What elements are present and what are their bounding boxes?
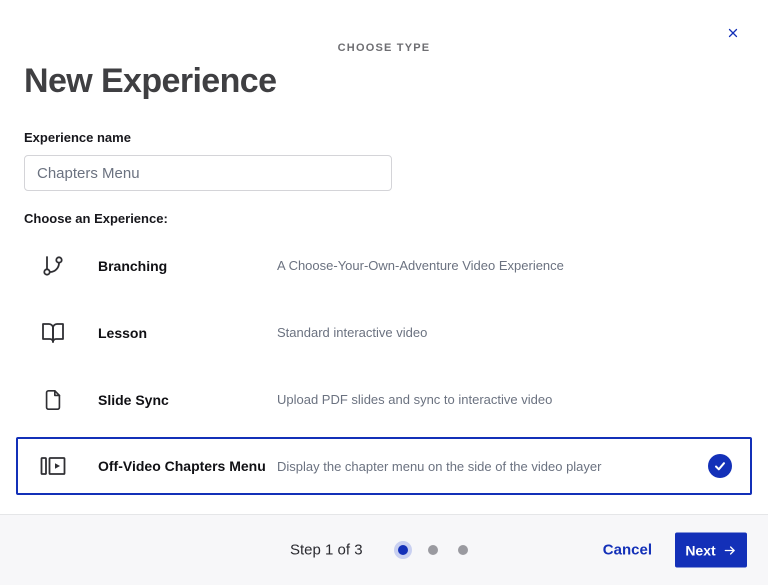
option-slide-sync[interactable]: Slide Sync Upload PDF slides and sync to…	[0, 366, 768, 433]
file-icon	[40, 387, 66, 413]
close-icon	[727, 27, 739, 39]
cancel-button[interactable]: Cancel	[603, 542, 652, 559]
experience-options-list: Branching A Choose-Your-Own-Adventure Vi…	[0, 232, 768, 495]
step-dot-3	[458, 545, 468, 555]
step-dot-2	[428, 545, 438, 555]
experience-name-input[interactable]	[24, 155, 392, 191]
modal-eyebrow: CHOOSE TYPE	[0, 0, 768, 54]
step-indicator-text: Step 1 of 3	[290, 542, 363, 559]
option-off-video-chapters-menu[interactable]: Off-Video Chapters Menu Display the chap…	[16, 437, 752, 495]
option-label: Slide Sync	[98, 392, 277, 408]
check-icon	[714, 460, 726, 472]
option-label: Branching	[98, 258, 277, 274]
form-area: Experience name Choose an Experience:	[0, 130, 768, 226]
option-branching[interactable]: Branching A Choose-Your-Own-Adventure Vi…	[0, 232, 768, 299]
option-lesson[interactable]: Lesson Standard interactive video	[0, 299, 768, 366]
chapters-sidebar-icon	[40, 453, 66, 479]
git-branch-icon	[40, 253, 66, 279]
option-description: Display the chapter menu on the side of …	[277, 459, 601, 474]
option-description: A Choose-Your-Own-Adventure Video Experi…	[277, 258, 564, 273]
page-title: New Experience	[24, 63, 744, 99]
option-description: Upload PDF slides and sync to interactiv…	[277, 392, 552, 407]
next-button[interactable]: Next	[675, 533, 747, 568]
selected-check-badge	[708, 454, 732, 478]
option-label: Lesson	[98, 325, 277, 341]
option-description: Standard interactive video	[277, 325, 427, 340]
new-experience-modal: CHOOSE TYPE New Experience Experience na…	[0, 0, 768, 585]
book-open-icon	[40, 320, 66, 346]
step-dot-1	[398, 545, 408, 555]
next-button-label: Next	[685, 542, 715, 558]
arrow-right-icon	[723, 543, 737, 557]
choose-experience-label: Choose an Experience:	[24, 211, 744, 226]
option-label: Off-Video Chapters Menu	[98, 458, 277, 474]
close-button[interactable]	[724, 24, 742, 42]
experience-name-label: Experience name	[24, 130, 744, 145]
modal-footer: Step 1 of 3 Cancel Next	[0, 514, 768, 585]
step-dots	[398, 545, 468, 555]
